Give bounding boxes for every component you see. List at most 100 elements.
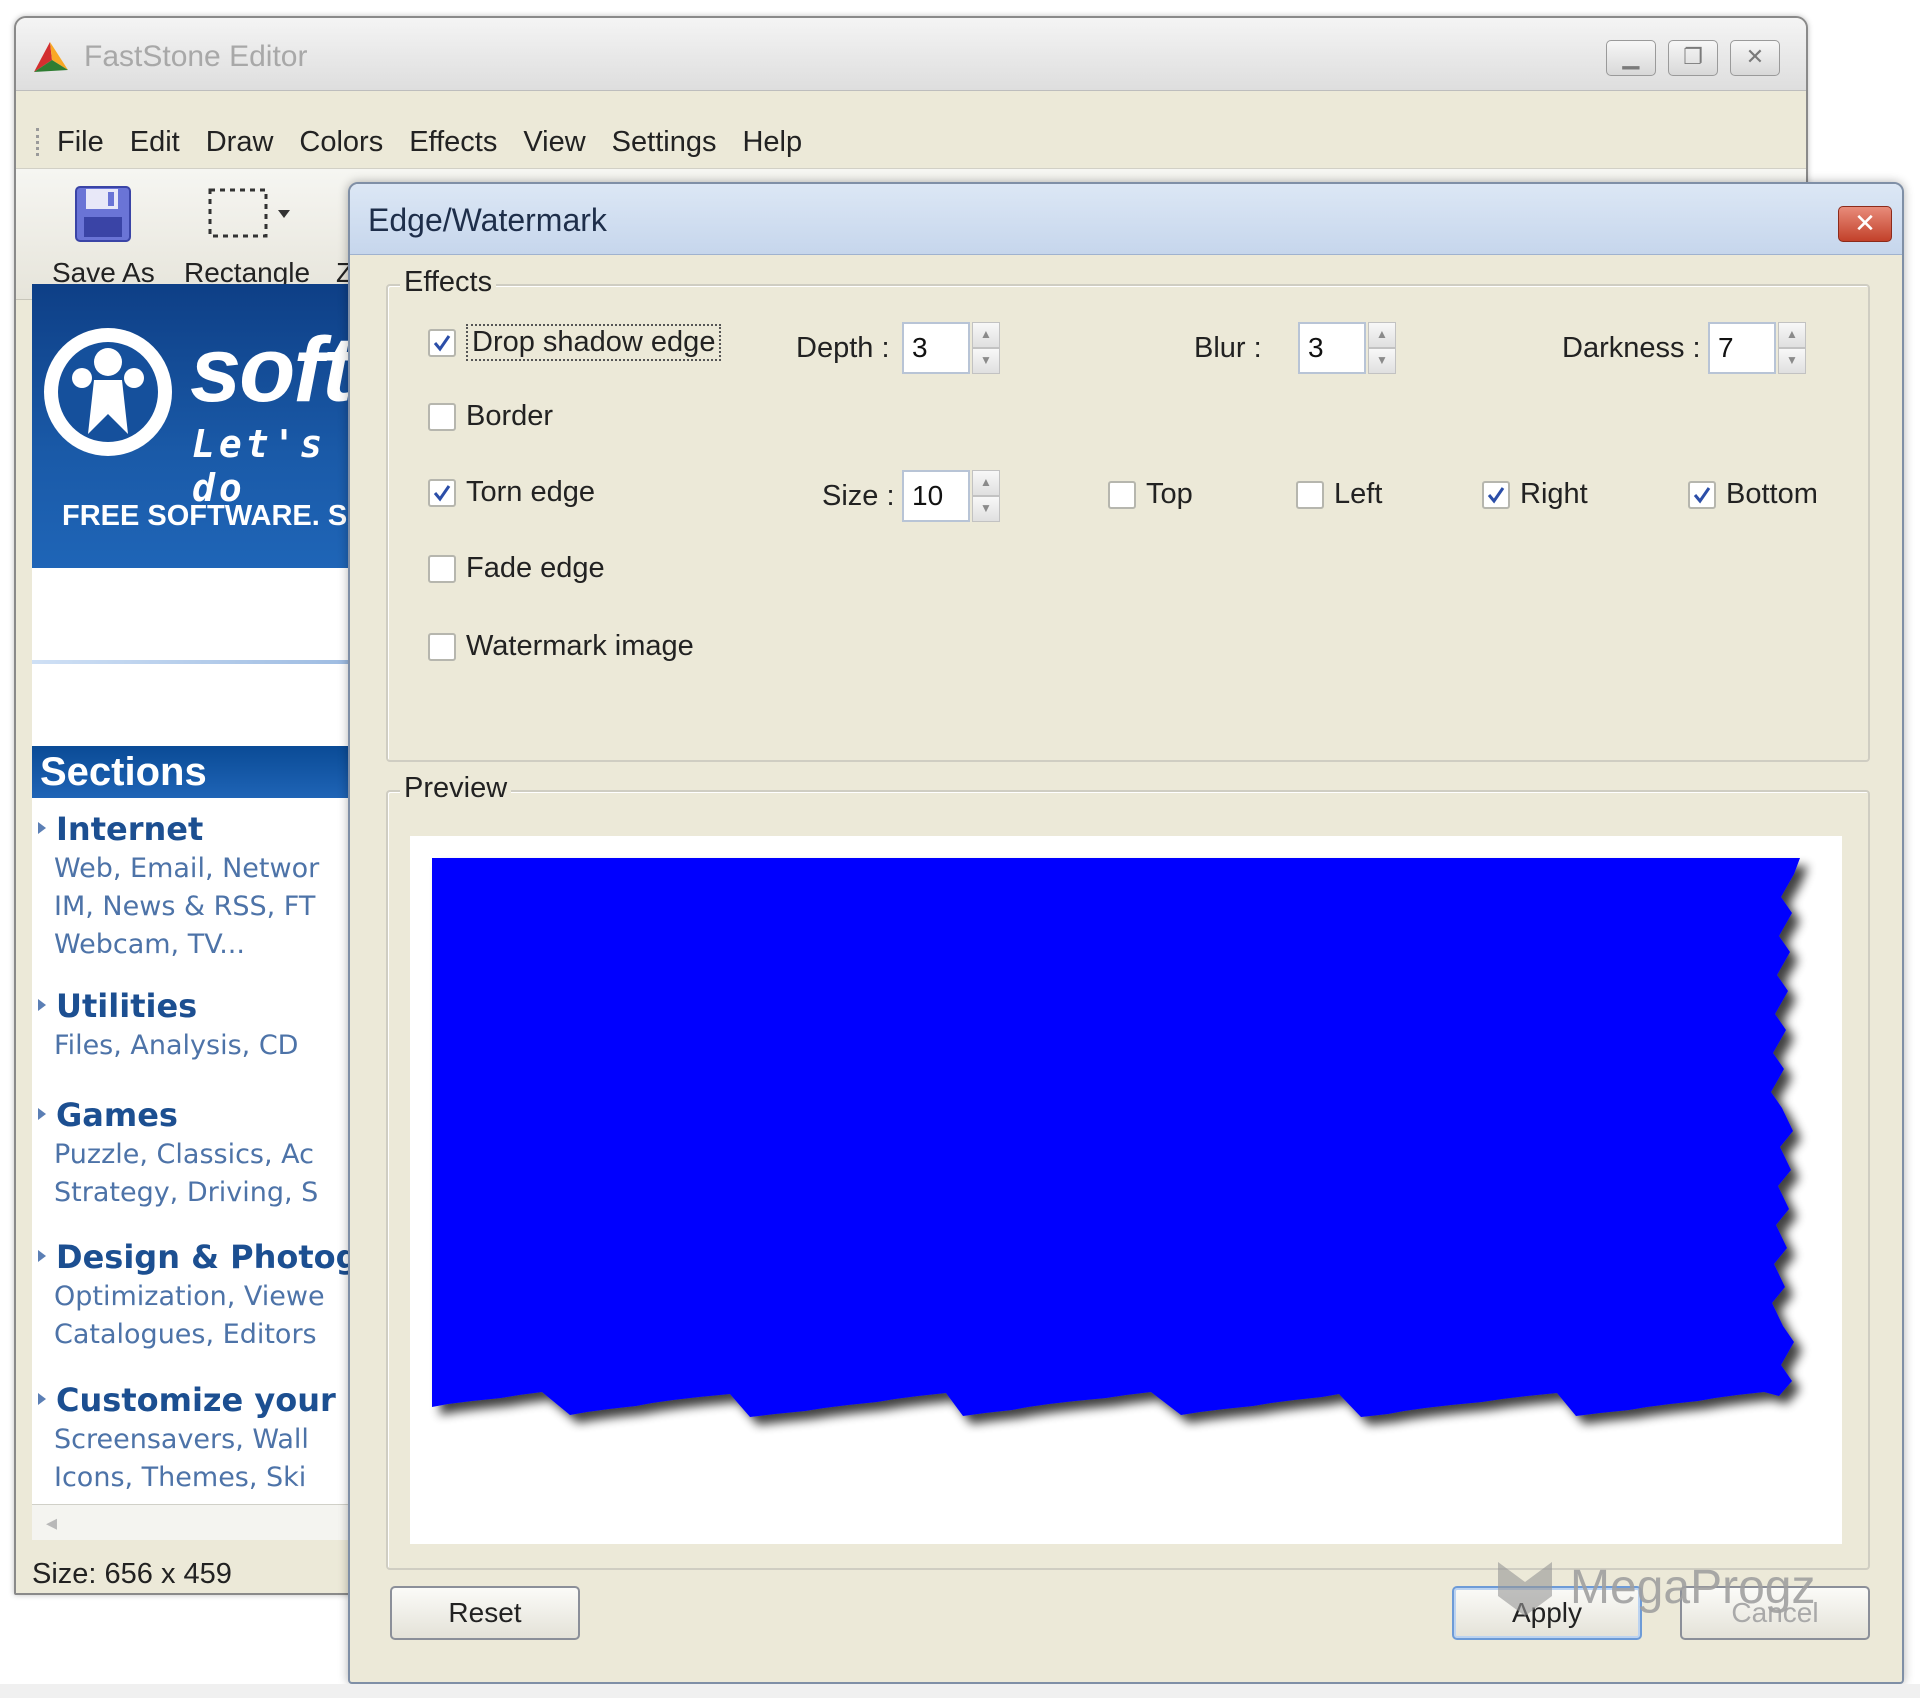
size-spinner: ▲▼ (902, 470, 1000, 522)
section-desc: Webcam, TV... (54, 929, 245, 960)
watermark-image-label: Watermark image (466, 630, 694, 662)
section-utilities: Utilities Files, Analysis, CD (32, 987, 372, 1063)
floppy-disk-icon (75, 186, 132, 242)
fade-edge-checkbox[interactable]: Fade edge (428, 552, 605, 585)
edge-watermark-dialog: Edge/Watermark ✕ Effects Drop shadow edg… (348, 182, 1904, 1684)
size-label: Size : (822, 480, 895, 512)
torn-edge-shape (432, 858, 1800, 1417)
section-games: Games Puzzle, Classics, Ac Strategy, Dri… (32, 1096, 372, 1210)
window-title: FastStone Editor (84, 40, 308, 73)
blur-spinner: ▲▼ (1298, 322, 1396, 374)
torn-top-checkbox[interactable]: Top (1108, 478, 1193, 511)
dialog-titlebar[interactable]: Edge/Watermark ✕ (350, 184, 1902, 255)
depth-up-button[interactable]: ▲ (972, 322, 1000, 348)
darkness-down-button[interactable]: ▼ (1778, 348, 1806, 374)
watermark-image-checkbox[interactable]: Watermark image (428, 630, 694, 663)
rectangle-tool-button[interactable]: Rectangle (184, 179, 310, 289)
drop-shadow-checkbox[interactable]: Drop shadow edge (428, 324, 722, 361)
menu-grip (36, 128, 43, 156)
dialog-title: Edge/Watermark (368, 202, 607, 238)
save-as-button[interactable]: Save As (52, 179, 155, 289)
menu-settings[interactable]: Settings (612, 126, 717, 159)
darkness-spinner: ▲▼ (1708, 322, 1806, 374)
section-design-photo: Design & Photog Optimization, Viewe Cata… (32, 1238, 372, 1352)
torn-edge-checkbox[interactable]: Torn edge (428, 476, 595, 509)
scroll-left-arrow-icon[interactable]: ◂ (46, 1510, 57, 1535)
checkmark-icon (433, 334, 451, 351)
menu-draw[interactable]: Draw (206, 126, 274, 159)
website-banner: soft Let's do FREE SOFTWARE. SAFE (32, 284, 372, 568)
section-desc: Puzzle, Classics, Ac (54, 1139, 314, 1170)
section-title: Customize your F (32, 1381, 372, 1419)
torn-left-checkbox[interactable]: Left (1296, 478, 1382, 511)
bottom-strip (0, 1684, 1920, 1698)
checkmark-icon (1693, 486, 1711, 503)
menu-file[interactable]: File (57, 126, 104, 159)
section-desc: Optimization, Viewe (54, 1281, 325, 1312)
softonic-logo-icon (44, 328, 172, 456)
menubar: File Edit Draw Colors Effects View Setti… (16, 122, 1806, 162)
close-button[interactable]: ✕ (1730, 40, 1780, 76)
faststone-logo-icon (34, 42, 68, 72)
close-icon: ✕ (1854, 208, 1876, 238)
horizontal-scrollbar[interactable]: ◂ (32, 1504, 372, 1540)
cancel-button[interactable]: Cancel (1680, 1586, 1870, 1640)
section-desc: Files, Analysis, CD (54, 1030, 299, 1061)
dialog-close-button[interactable]: ✕ (1838, 206, 1892, 242)
reset-button[interactable]: Reset (390, 1586, 580, 1640)
section-desc: IM, News & RSS, FT (54, 891, 316, 922)
banner-separator (32, 660, 372, 664)
blur-input[interactable] (1298, 322, 1366, 374)
menu-view[interactable]: View (523, 126, 585, 159)
banner-footer: FREE SOFTWARE. SAFE (62, 500, 372, 532)
effects-group-label: Effects (400, 266, 497, 299)
torn-top-label: Top (1146, 478, 1193, 510)
main-titlebar[interactable]: FastStone Editor ▁ ❐ ✕ (16, 18, 1806, 91)
section-desc: Screensavers, Wall (54, 1424, 309, 1455)
border-checkbox[interactable]: Border (428, 400, 553, 433)
menu-edit[interactable]: Edit (130, 126, 180, 159)
menu-help[interactable]: Help (742, 126, 802, 159)
blur-up-button[interactable]: ▲ (1368, 322, 1396, 348)
preview-image (432, 858, 1800, 1417)
border-label: Border (466, 400, 554, 432)
preview-group-label: Preview (400, 772, 512, 805)
section-customize: Customize your F Screensavers, Wall Icon… (32, 1381, 372, 1495)
minimize-button[interactable]: ▁ (1606, 40, 1656, 76)
menu-effects[interactable]: Effects (409, 126, 497, 159)
depth-input[interactable] (902, 322, 970, 374)
status-size: Size: 656 x 459 (32, 1558, 232, 1590)
restore-button[interactable]: ❐ (1668, 40, 1718, 76)
apply-button[interactable]: Apply (1452, 1586, 1642, 1640)
section-desc: Strategy, Driving, S (54, 1177, 319, 1208)
section-desc: Catalogues, Editors (54, 1319, 317, 1350)
blur-label: Blur : (1194, 332, 1262, 364)
blur-down-button[interactable]: ▼ (1368, 348, 1396, 374)
torn-bottom-checkbox[interactable]: Bottom (1688, 478, 1818, 511)
section-title: Internet (32, 810, 372, 848)
torn-edge-label: Torn edge (466, 476, 595, 508)
size-up-button[interactable]: ▲ (972, 470, 1000, 496)
image-canvas[interactable]: soft Let's do FREE SOFTWARE. SAFE Sectio… (32, 284, 372, 1534)
effects-group: Effects Drop shadow edge Depth : ▲▼ Blur… (386, 266, 1870, 762)
section-title: Games (32, 1096, 372, 1134)
menu-colors[interactable]: Colors (299, 126, 383, 159)
preview-area (410, 836, 1842, 1544)
rectangle-select-icon (208, 188, 291, 238)
depth-down-button[interactable]: ▼ (972, 348, 1000, 374)
section-desc: Icons, Themes, Ski (54, 1462, 307, 1493)
drop-shadow-label: Drop shadow edge (466, 324, 722, 361)
darkness-label: Darkness : (1562, 332, 1701, 364)
darkness-up-button[interactable]: ▲ (1778, 322, 1806, 348)
torn-right-checkbox[interactable]: Right (1482, 478, 1588, 511)
darkness-input[interactable] (1708, 322, 1776, 374)
banner-brand: soft (190, 319, 353, 421)
checkmark-icon (433, 484, 451, 501)
sections-header: Sections (32, 746, 372, 798)
section-title: Utilities (32, 987, 372, 1025)
depth-spinner: ▲▼ (902, 322, 1000, 374)
size-down-button[interactable]: ▼ (972, 496, 1000, 522)
section-title: Design & Photog (32, 1238, 372, 1276)
size-input[interactable] (902, 470, 970, 522)
preview-group: Preview (386, 772, 1870, 1570)
